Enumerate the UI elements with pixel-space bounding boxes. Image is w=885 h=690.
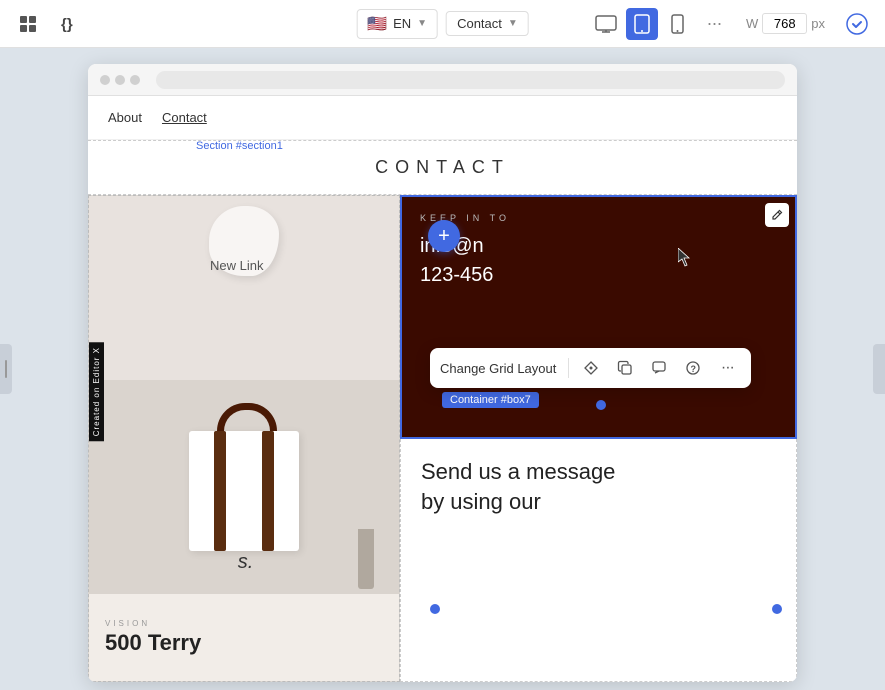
selection-handle-top[interactable] <box>596 400 606 410</box>
device-icons: ··· <box>590 8 730 40</box>
right-panel-handle[interactable] <box>873 344 885 394</box>
lang-chevron[interactable]: ▼ <box>417 18 427 29</box>
container-chip[interactable]: Container #box7 <box>442 392 539 408</box>
toolbar-right: ··· W px <box>590 8 873 40</box>
width-unit: px <box>811 16 825 31</box>
send-message-heading: Send us a messageby using our <box>421 457 776 519</box>
code-icon[interactable]: {} <box>56 8 88 40</box>
toolbar-divider <box>568 358 569 378</box>
vision-area: VISION 500 Terry <box>89 594 399 681</box>
comment-icon-btn[interactable] <box>645 354 673 382</box>
grid-icon[interactable] <box>12 8 44 40</box>
selection-handle-bottom-left[interactable] <box>430 604 440 614</box>
product-image-area <box>89 196 399 380</box>
right-column: KEEP IN TO info@n 123-456 <box>400 195 797 682</box>
add-icon: + <box>438 225 450 248</box>
dot-1 <box>100 75 110 85</box>
contact-phone: 123-456 <box>420 264 777 287</box>
contact-heading: CONTACT <box>375 157 510 178</box>
publish-button[interactable] <box>841 8 873 40</box>
width-group: W px <box>746 13 825 34</box>
product-sculpture <box>199 206 289 286</box>
page-name: Contact <box>457 16 502 31</box>
page-selector[interactable]: Contact ▼ <box>446 11 529 36</box>
left-panel-handle[interactable] <box>0 344 12 394</box>
tablet-button[interactable] <box>626 8 658 40</box>
diamond-icon-btn[interactable] <box>577 354 605 382</box>
nav-about[interactable]: About <box>108 110 142 125</box>
section-label: Section #section1 <box>196 140 283 152</box>
selection-handle-bottom-right[interactable] <box>772 604 782 614</box>
site-navigation: About Contact <box>88 96 797 140</box>
dot-3 <box>130 75 140 85</box>
keep-in-touch: KEEP IN TO <box>420 213 777 223</box>
svg-text:?: ? <box>691 364 697 374</box>
two-col-grid: VISION 500 Terry s. Created on Editor X … <box>88 195 797 682</box>
dot-2 <box>115 75 125 85</box>
contact-heading-row: CONTACT <box>88 140 797 195</box>
language-selector[interactable]: 🇺🇸 EN ▼ <box>356 9 438 39</box>
canvas-area: About Contact Section #section1 New Link… <box>0 48 885 690</box>
help-icon-btn[interactable]: ? <box>679 354 707 382</box>
edit-handle[interactable] <box>765 203 789 227</box>
brand-mark: s. <box>238 551 254 574</box>
svg-text:{}: {} <box>61 16 73 33</box>
top-toolbar: {} 🇺🇸 EN ▼ Contact ▼ <box>0 0 885 48</box>
desktop-button[interactable] <box>590 8 622 40</box>
add-element-button[interactable]: + <box>428 220 460 252</box>
width-label: W <box>746 16 758 31</box>
copy-icon-btn[interactable] <box>611 354 639 382</box>
contact-email: info@n <box>420 235 777 258</box>
mobile-button[interactable] <box>662 8 694 40</box>
browser-url-bar <box>156 71 785 89</box>
vision-number: 500 Terry <box>105 630 383 656</box>
browser-chrome <box>88 64 797 96</box>
tote-bag <box>189 403 299 551</box>
new-link[interactable]: New Link <box>210 258 263 273</box>
browser-dots <box>100 75 140 85</box>
lang-label: EN <box>393 16 411 31</box>
width-input[interactable] <box>762 13 807 34</box>
toolbar-center: 🇺🇸 EN ▼ Contact ▼ <box>356 9 529 39</box>
page-chevron[interactable]: ▼ <box>508 18 518 29</box>
nav-contact[interactable]: Contact <box>162 110 207 125</box>
editor-badge: Created on Editor X <box>89 342 104 441</box>
more-options-btn[interactable]: ··· <box>713 354 741 382</box>
vision-label: VISION <box>105 619 383 628</box>
toolbar-label: Change Grid Layout <box>440 361 560 376</box>
right-bottom-half: Send us a messageby using our <box>400 439 797 683</box>
vase <box>358 529 374 589</box>
more-devices-button[interactable]: ··· <box>698 8 730 40</box>
change-grid-toolbar: Change Grid Layout ? <box>430 348 751 388</box>
